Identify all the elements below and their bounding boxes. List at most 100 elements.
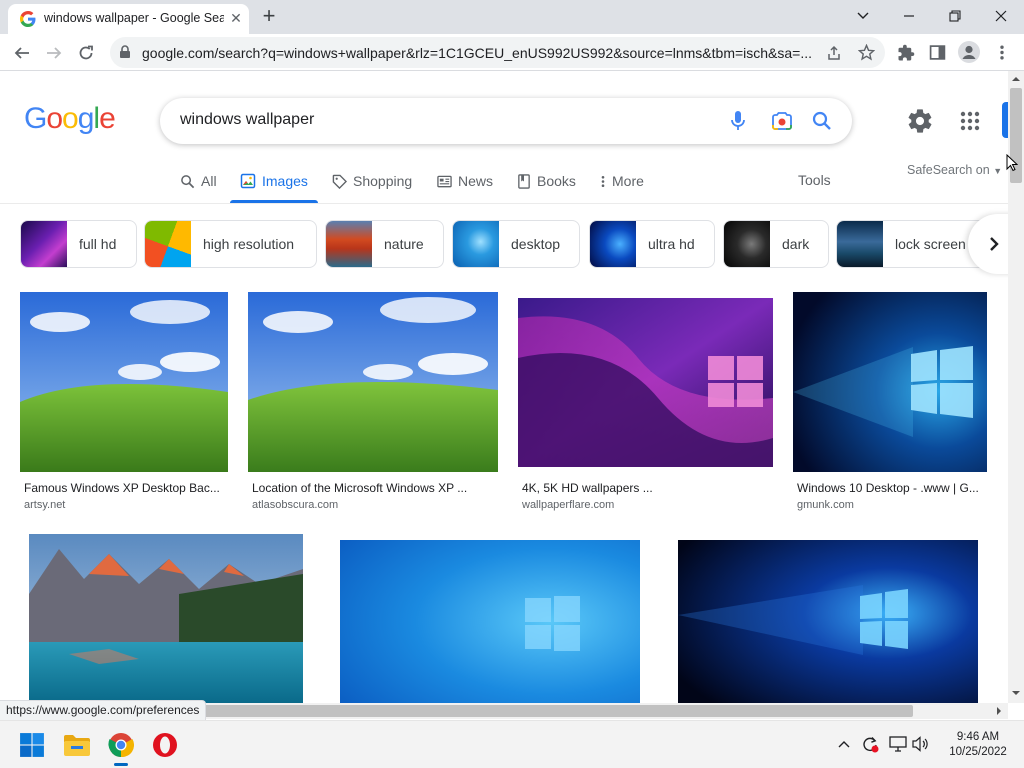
result-thumbnail-win10-light-blue[interactable] <box>340 540 640 703</box>
more-vert-icon <box>601 175 605 187</box>
chip-label: full hd <box>79 236 117 252</box>
lock-icon <box>120 45 130 58</box>
result-caption[interactable]: Famous Windows XP Desktop Bac... <box>24 481 224 495</box>
tab-books-label: Books <box>537 173 576 189</box>
tab-news[interactable]: News <box>437 170 493 192</box>
tab-more[interactable]: More <box>600 170 644 192</box>
voice-search-mic-icon[interactable] <box>726 109 750 133</box>
chevron-up-icon[interactable] <box>838 739 850 751</box>
tab-all-label: All <box>201 173 217 189</box>
file-explorer-icon[interactable] <box>63 732 91 758</box>
network-display-icon[interactable] <box>889 736 907 752</box>
tab-shopping[interactable]: Shopping <box>332 170 412 192</box>
browser-tab-strip: windows wallpaper - Google Search ✕ + <box>0 0 1024 34</box>
scroll-up-arrow-icon[interactable] <box>1008 73 1024 85</box>
chip-label: lock screen <box>895 236 966 252</box>
safesearch-toggle[interactable]: SafeSearch on ▼ <box>907 163 1002 177</box>
chip-thumbnail <box>453 221 499 267</box>
back-button[interactable] <box>8 39 36 67</box>
image-icon <box>240 173 256 189</box>
bookmark-star-icon[interactable] <box>858 44 875 61</box>
chip-thumbnail <box>724 221 770 267</box>
tab-more-label: More <box>612 173 644 189</box>
google-apps-grid-icon[interactable] <box>958 109 982 133</box>
chip-nature[interactable]: nature <box>325 220 444 268</box>
tab-news-label: News <box>458 173 494 189</box>
chip-high-resolution[interactable]: high resolution <box>144 220 317 268</box>
clock-time: 9:46 AM <box>956 731 1000 743</box>
caret-down-icon: ▼ <box>993 166 1003 176</box>
chip-ultra-hd[interactable]: ultra hd <box>589 220 715 268</box>
search-query[interactable]: windows wallpaper <box>180 111 314 129</box>
tab-all[interactable]: All <box>180 170 217 192</box>
status-bar-url: https://www.google.com/preferences <box>0 700 207 720</box>
chip-full-hd[interactable]: full hd <box>20 220 137 268</box>
chip-dark[interactable]: dark <box>723 220 829 268</box>
search-icon <box>181 174 195 188</box>
windows-taskbar: 9:46 AM 10/25/2022 <box>0 720 1024 768</box>
result-source[interactable]: gmunk.com <box>797 499 854 511</box>
mouse-cursor-icon <box>1006 154 1018 172</box>
news-icon <box>437 175 452 187</box>
windows-start-icon[interactable] <box>19 732 45 758</box>
forward-button[interactable] <box>40 39 68 67</box>
chrome-taskbar-button[interactable] <box>106 730 136 766</box>
google-favicon-icon <box>20 11 36 27</box>
chip-thumbnail <box>145 221 191 267</box>
tab-books[interactable]: Books <box>517 170 576 192</box>
share-icon[interactable] <box>826 45 842 61</box>
tab-search-icon[interactable] <box>840 0 886 32</box>
horizontal-scroll-thumb[interactable] <box>200 705 913 717</box>
volume-icon[interactable] <box>912 736 930 752</box>
result-caption[interactable]: Windows 10 Desktop - .www | G... <box>797 481 987 495</box>
result-source[interactable]: wallpaperflare.com <box>522 499 614 511</box>
side-panel-icon[interactable] <box>929 44 946 61</box>
settings-gear-icon[interactable] <box>906 107 934 135</box>
tools-button[interactable]: Tools <box>798 172 831 188</box>
result-thumbnail-bliss-location[interactable] <box>248 292 498 472</box>
scroll-down-arrow-icon[interactable] <box>1008 687 1024 699</box>
result-thumbnail-win10-dark[interactable] <box>678 540 978 703</box>
result-source[interactable]: atlasobscura.com <box>252 499 338 511</box>
lens-camera-icon[interactable] <box>770 109 794 133</box>
google-logo[interactable]: Google <box>24 102 116 136</box>
new-tab-button[interactable]: + <box>258 5 280 28</box>
profile-avatar[interactable] <box>958 41 980 63</box>
search-submit-icon[interactable] <box>810 109 834 133</box>
chip-thumbnail <box>21 221 67 267</box>
chip-thumbnail <box>326 221 372 267</box>
chip-desktop[interactable]: desktop <box>452 220 580 268</box>
taskbar-clock[interactable]: 9:46 AM 10/25/2022 <box>938 730 1018 760</box>
clock-date: 10/25/2022 <box>949 746 1007 758</box>
browser-toolbar: google.com/search?q=windows+wallpaper&rl… <box>0 34 1024 71</box>
sync-icon[interactable] <box>861 735 879 753</box>
reload-button[interactable] <box>72 39 100 67</box>
chrome-icon <box>108 733 134 758</box>
more-vert-icon[interactable] <box>996 44 1008 61</box>
result-thumbnail-win10-blue[interactable] <box>793 292 987 472</box>
chip-lock-screen[interactable]: lock screen <box>836 220 986 268</box>
result-thumbnail-bliss[interactable] <box>20 292 228 472</box>
address-bar[interactable]: google.com/search?q=windows+wallpaper&rl… <box>110 37 885 68</box>
address-url: google.com/search?q=windows+wallpaper&rl… <box>142 45 813 61</box>
result-thumbnail-win11-purple[interactable] <box>518 298 773 467</box>
result-caption[interactable]: 4K, 5K HD wallpapers ... <box>522 481 772 495</box>
tab-images[interactable]: Images <box>240 170 308 192</box>
chip-thumbnail <box>837 221 883 267</box>
search-box[interactable]: windows wallpaper <box>160 98 852 144</box>
safesearch-label: SafeSearch on <box>907 163 990 177</box>
result-source[interactable]: artsy.net <box>24 499 65 511</box>
result-thumbnail-lake-mountains[interactable] <box>29 534 303 703</box>
opera-icon[interactable] <box>152 732 178 758</box>
browser-tab[interactable]: windows wallpaper - Google Search ✕ <box>8 4 249 34</box>
restore-button[interactable] <box>932 0 978 32</box>
close-tab-icon[interactable]: ✕ <box>226 8 246 28</box>
chip-label: ultra hd <box>648 236 695 252</box>
result-caption[interactable]: Location of the Microsoft Windows XP ... <box>252 481 492 495</box>
close-window-button[interactable] <box>978 0 1024 32</box>
book-icon <box>518 173 530 189</box>
scroll-right-arrow-icon[interactable] <box>993 703 1005 719</box>
chip-label: desktop <box>511 236 561 252</box>
extensions-icon[interactable] <box>897 44 915 62</box>
minimize-button[interactable] <box>886 0 932 32</box>
